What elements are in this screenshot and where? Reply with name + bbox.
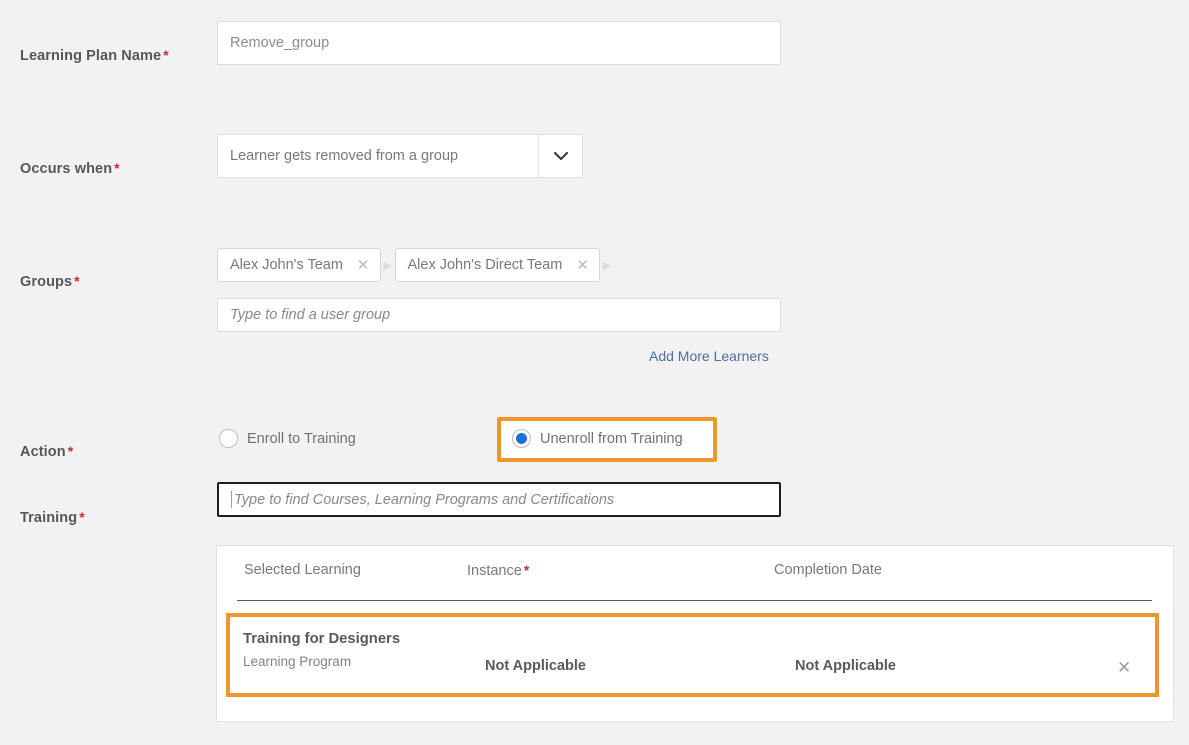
training-label-text: Training bbox=[20, 510, 77, 526]
action-label-text: Action bbox=[20, 444, 66, 460]
training-search-input[interactable]: Type to find Courses, Learning Programs … bbox=[217, 482, 781, 517]
add-more-learners-link[interactable]: Add More Learners bbox=[649, 348, 769, 364]
column-header-completion-date: Completion Date bbox=[774, 562, 882, 578]
required-asterisk: * bbox=[74, 273, 80, 289]
occurs-when-selected-value: Learner gets removed from a group bbox=[218, 135, 538, 177]
column-header-selected-learning: Selected Learning bbox=[244, 562, 361, 578]
text-cursor bbox=[231, 491, 232, 508]
learning-plan-name-label: Learning Plan Name* bbox=[20, 47, 169, 64]
radio-enroll-to-training[interactable]: Enroll to Training bbox=[219, 429, 356, 448]
radio-selected-icon bbox=[512, 429, 531, 448]
learning-plan-name-label-text: Learning Plan Name bbox=[20, 48, 161, 64]
column-header-text: Selected Learning bbox=[244, 562, 361, 578]
close-icon[interactable]: ✕ bbox=[357, 258, 370, 273]
required-asterisk: * bbox=[68, 443, 74, 459]
column-header-text: Completion Date bbox=[774, 562, 882, 578]
chevron-down-icon[interactable] bbox=[538, 135, 582, 177]
column-header-instance: Instance* bbox=[467, 562, 529, 579]
groups-chip-list: Alex John's Team ✕ ▶ Alex John's Direct … bbox=[217, 248, 614, 282]
occurs-when-label-text: Occurs when bbox=[20, 161, 112, 177]
group-chip-label: Alex John's Direct Team bbox=[408, 257, 563, 273]
table-header-divider bbox=[237, 600, 1152, 601]
groups-search-input[interactable]: Type to find a user group bbox=[217, 298, 781, 332]
radio-unenroll-label: Unenroll from Training bbox=[540, 431, 683, 447]
occurs-when-label: Occurs when* bbox=[20, 160, 120, 177]
group-chip[interactable]: Alex John's Team ✕ bbox=[217, 248, 381, 282]
groups-label-text: Groups bbox=[20, 274, 72, 290]
groups-label: Groups* bbox=[20, 273, 80, 290]
radio-unenroll-from-training[interactable]: Unenroll from Training bbox=[512, 429, 683, 448]
groups-search-placeholder: Type to find a user group bbox=[230, 307, 390, 323]
row-subtitle: Learning Program bbox=[243, 654, 351, 669]
learning-plan-name-input[interactable]: Remove_group bbox=[217, 21, 781, 65]
group-chip-label: Alex John's Team bbox=[230, 257, 343, 273]
table-row[interactable] bbox=[226, 613, 1159, 697]
learning-plan-name-value: Remove_group bbox=[230, 35, 329, 51]
required-asterisk: * bbox=[114, 160, 120, 176]
radio-unselected-icon bbox=[219, 429, 238, 448]
close-icon[interactable]: ✕ bbox=[1117, 659, 1131, 676]
occurs-when-select[interactable]: Learner gets removed from a group bbox=[217, 134, 583, 178]
chip-separator-arrow-icon: ▶ bbox=[381, 259, 395, 272]
training-search-placeholder: Type to find Courses, Learning Programs … bbox=[234, 492, 614, 508]
row-instance-value: Not Applicable bbox=[485, 658, 586, 674]
required-asterisk: * bbox=[524, 562, 529, 578]
column-header-text: Instance bbox=[467, 563, 522, 579]
row-title: Training for Designers bbox=[243, 631, 400, 647]
radio-enroll-label: Enroll to Training bbox=[247, 431, 356, 447]
row-completion-date-value: Not Applicable bbox=[795, 658, 896, 674]
action-label: Action* bbox=[20, 443, 73, 460]
required-asterisk: * bbox=[163, 47, 169, 63]
close-icon[interactable]: ✕ bbox=[576, 258, 589, 273]
learning-plan-form-page: Learning Plan Name* Remove_group Occurs … bbox=[0, 0, 1189, 745]
chip-separator-arrow-icon: ▶ bbox=[600, 259, 614, 272]
required-asterisk: * bbox=[79, 509, 85, 525]
group-chip[interactable]: Alex John's Direct Team ✕ bbox=[395, 248, 600, 282]
training-label: Training* bbox=[20, 509, 85, 526]
